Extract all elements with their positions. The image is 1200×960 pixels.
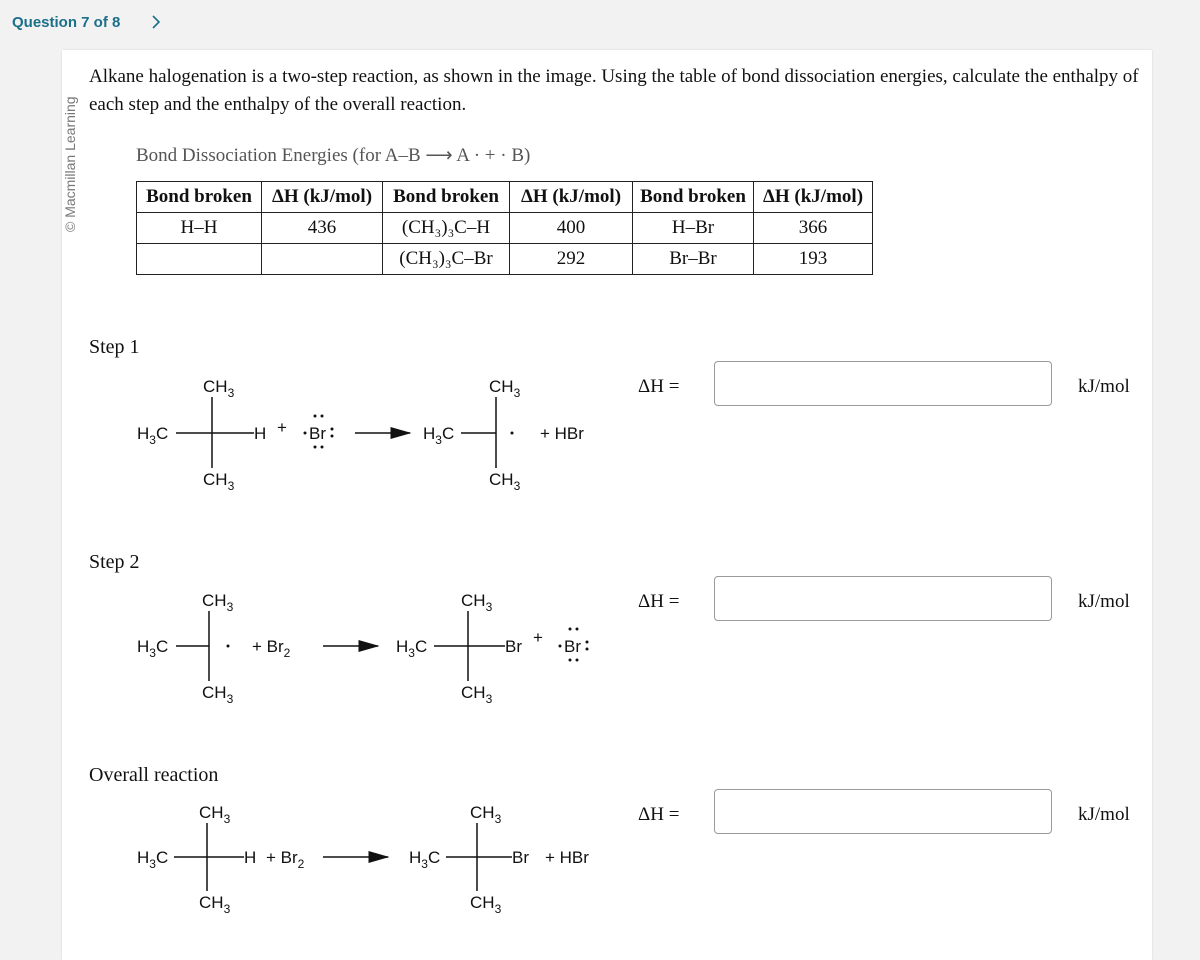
svg-text:Br: Br bbox=[309, 424, 326, 443]
step-2-reactant-radical: H3C CH3 CH3 bbox=[137, 591, 234, 706]
svg-text:CH3: CH3 bbox=[202, 591, 234, 614]
hbr-product: + HBr bbox=[545, 848, 589, 867]
hydrogen-label: H bbox=[254, 424, 266, 443]
br2-reactant: + Br2 bbox=[266, 848, 305, 871]
svg-text:Br: Br bbox=[564, 637, 581, 656]
svg-text:H: H bbox=[244, 848, 256, 867]
overall-reactant-molecule: H3C CH3 CH3 H bbox=[137, 803, 256, 916]
step-2-delta-h-input[interactable] bbox=[714, 576, 1052, 621]
unit-label: kJ/mol bbox=[1078, 804, 1130, 825]
step-1-reactant-molecule: H3C CH3 CH3 H bbox=[137, 377, 266, 493]
methyl-left-label: H3C bbox=[137, 424, 168, 447]
plus-sign: + bbox=[533, 628, 543, 647]
br2-reactant: + Br2 bbox=[252, 637, 291, 660]
methyl-top-label: CH3 bbox=[203, 377, 235, 400]
svg-text:CH3: CH3 bbox=[202, 683, 234, 706]
unit-label: kJ/mol bbox=[1078, 591, 1130, 612]
svg-text:Br: Br bbox=[505, 637, 522, 656]
radical-dot bbox=[510, 431, 514, 435]
delta-h-label: ΔH = bbox=[638, 376, 680, 397]
unit-label: kJ/mol bbox=[1078, 376, 1130, 397]
step-1-delta-h-input[interactable] bbox=[714, 361, 1052, 406]
svg-text:CH3: CH3 bbox=[199, 893, 231, 916]
overall-delta-h-input[interactable] bbox=[714, 789, 1052, 834]
svg-text:CH3: CH3 bbox=[461, 591, 493, 614]
overall-product-molecule: H3C CH3 CH3 Br bbox=[409, 803, 529, 916]
plus-sign: + bbox=[277, 418, 287, 437]
step-1-product-radical: H3C CH3 CH3 bbox=[423, 377, 521, 493]
svg-text:CH3: CH3 bbox=[489, 377, 521, 400]
bromine-radical: Br bbox=[558, 627, 589, 662]
svg-text:CH3: CH3 bbox=[461, 683, 493, 706]
delta-h-label: ΔH = bbox=[638, 591, 680, 612]
svg-text:H3C: H3C bbox=[137, 637, 168, 660]
bromine-radical: Br bbox=[303, 414, 334, 449]
step-2-product-molecule: H3C CH3 CH3 Br bbox=[396, 591, 522, 706]
svg-text:CH3: CH3 bbox=[470, 803, 502, 826]
svg-text:H3C: H3C bbox=[423, 424, 454, 447]
delta-h-label: ΔH = bbox=[638, 804, 680, 825]
svg-text:CH3: CH3 bbox=[489, 470, 521, 493]
svg-text:H3C: H3C bbox=[409, 848, 440, 871]
svg-text:Br: Br bbox=[512, 848, 529, 867]
svg-text:H3C: H3C bbox=[396, 637, 427, 660]
svg-text:CH3: CH3 bbox=[199, 803, 231, 826]
radical-dot bbox=[226, 644, 230, 648]
svg-text:CH3: CH3 bbox=[470, 893, 502, 916]
hbr-product: + HBr bbox=[540, 424, 584, 443]
methyl-bottom-label: CH3 bbox=[203, 470, 235, 493]
svg-text:H3C: H3C bbox=[137, 848, 168, 871]
